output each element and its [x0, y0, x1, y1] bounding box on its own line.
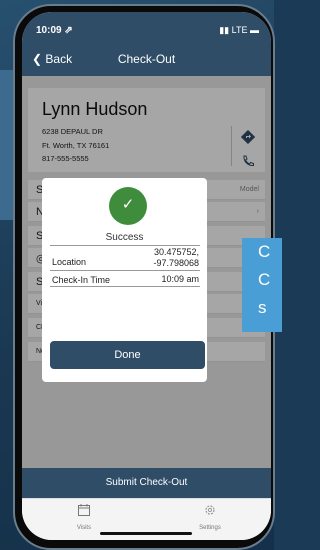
tab-settings[interactable]: Settings — [180, 503, 240, 531]
checkmark-icon: ✓ — [121, 196, 135, 213]
page-title: Check-Out — [117, 52, 176, 66]
tooltip-text: s — [258, 298, 267, 317]
tooltip-text: C — [258, 270, 271, 289]
location-value-2: -97.798068 — [153, 258, 199, 268]
submit-checkout-button[interactable]: Submit Check-Out — [22, 468, 271, 498]
tab-label: Visits — [76, 525, 92, 531]
tooltip-text: C — [258, 242, 271, 261]
done-button[interactable]: Done — [50, 341, 205, 369]
location-value-1: 30.475752, — [153, 247, 199, 257]
checkin-label: Check-In Time — [52, 275, 111, 285]
network-label: LTE — [231, 25, 248, 35]
divider — [50, 245, 200, 246]
tab-visits[interactable]: Visits — [54, 503, 114, 531]
status-time: 10:09 ⇗ — [36, 25, 73, 36]
tab-label: Settings — [199, 525, 221, 531]
submit-label: Submit Check-Out — [105, 477, 188, 488]
status-indicators: ▮▮ LTE ▬ — [219, 25, 259, 36]
top-bar: 10:09 ⇗ ▮▮ LTE ▬ ❮ Back Check-Out — [22, 12, 271, 76]
background-panel — [0, 70, 14, 220]
tooltip-callout: C C s — [242, 238, 282, 332]
location-label: Location — [52, 257, 87, 267]
dialog-title: Success — [105, 232, 144, 243]
divider — [50, 270, 200, 271]
battery-icon: ▬ — [250, 25, 259, 35]
gear-icon — [205, 505, 215, 515]
signal-icon: ▮▮ — [219, 25, 230, 35]
checkin-value: 10:09 am — [161, 274, 199, 284]
divider — [50, 286, 200, 287]
success-dialog: ✓ Success Location 30.475752, -97.798068… — [42, 178, 207, 382]
calendar-icon — [78, 504, 90, 516]
success-badge: ✓ — [109, 187, 147, 225]
home-indicator — [100, 532, 192, 535]
